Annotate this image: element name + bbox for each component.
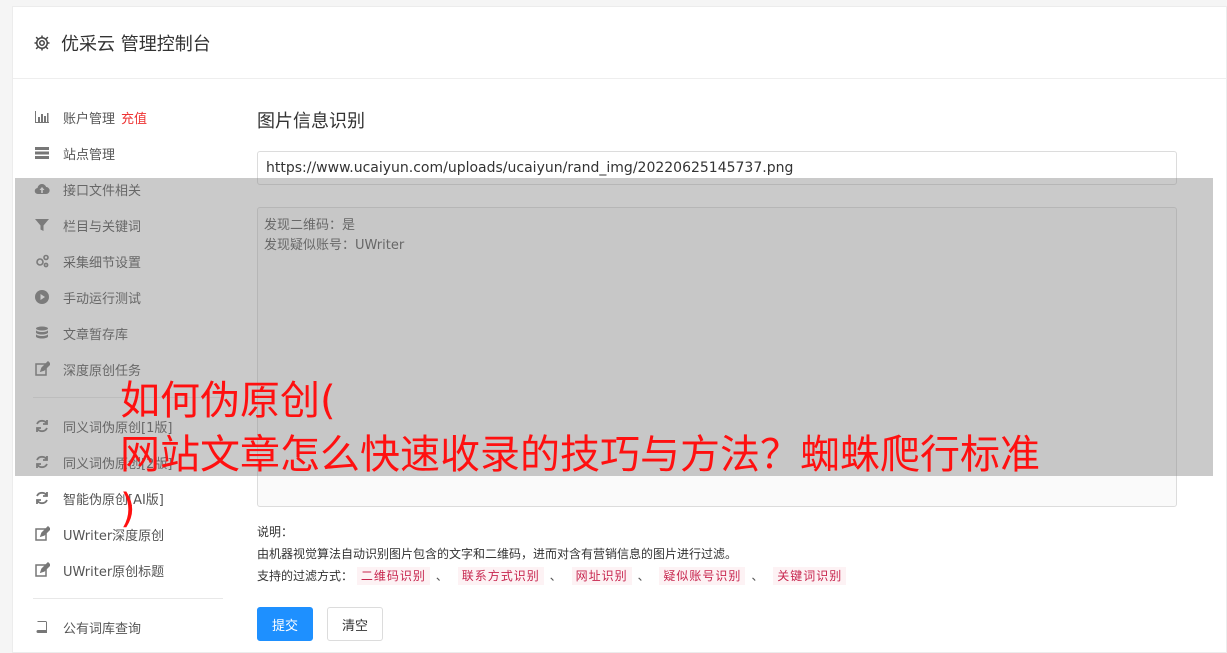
overlay-caption: 如何伪原创( 网站文章怎么快速收录的技巧与方法？蜘蛛爬行标准 ) <box>120 378 1040 532</box>
page-title: 优采云 管理控制台 <box>61 33 211 55</box>
sidebar-item-label: 账户管理 <box>63 111 116 127</box>
gear-icon <box>34 35 50 50</box>
sidebar-item-public-lexicon[interactable]: 公有词库查询 <box>33 609 223 645</box>
sidebar-divider <box>33 598 223 599</box>
clear-button[interactable]: 清空 <box>327 607 384 641</box>
filter-tag-keyword: 关键词识别 <box>773 567 847 585</box>
sidebar-item-label: UWriter原创标题 <box>63 564 165 580</box>
header-bar: 优采云 管理控制台 <box>13 7 1226 79</box>
sidebar-item-label: 公有词库查询 <box>63 621 142 637</box>
submit-button[interactable]: 提交 <box>257 607 314 641</box>
filter-methods: 支持的过滤方式： 二维码识别、 联系方式识别、 网址识别、 疑似账号识别、 关键… <box>257 565 1177 587</box>
filter-tag-account: 疑似账号识别 <box>659 567 746 585</box>
recharge-link[interactable]: 充值 <box>121 108 147 127</box>
filter-tag-qrcode: 二维码识别 <box>356 567 430 585</box>
bar-chart-icon <box>33 108 51 126</box>
filter-tag-url: 网址识别 <box>571 567 632 585</box>
sidebar-item-label: 站点管理 <box>63 147 116 163</box>
filter-tag-contact: 联系方式识别 <box>457 567 544 585</box>
action-buttons: 提交 清空 <box>257 607 1177 641</box>
sidebar-item-uwriter-title[interactable]: UWriter原创标题 <box>33 552 223 588</box>
server-icon <box>33 144 51 162</box>
section-title: 图片信息识别 <box>257 111 365 132</box>
sidebar-item-account[interactable]: 账户管理 充值 <box>33 99 223 135</box>
filter-label: 支持的过滤方式： <box>257 569 354 583</box>
notes-description: 由机器视觉算法自动识别图片包含的文字和二维码，进而对含有营销信息的图片进行过滤。 <box>257 547 738 561</box>
refresh-icon <box>33 489 51 507</box>
sidebar-item-sites[interactable]: 站点管理 <box>33 135 223 171</box>
edit-icon <box>33 525 51 543</box>
book-icon <box>33 618 51 636</box>
edit-icon <box>33 561 51 579</box>
